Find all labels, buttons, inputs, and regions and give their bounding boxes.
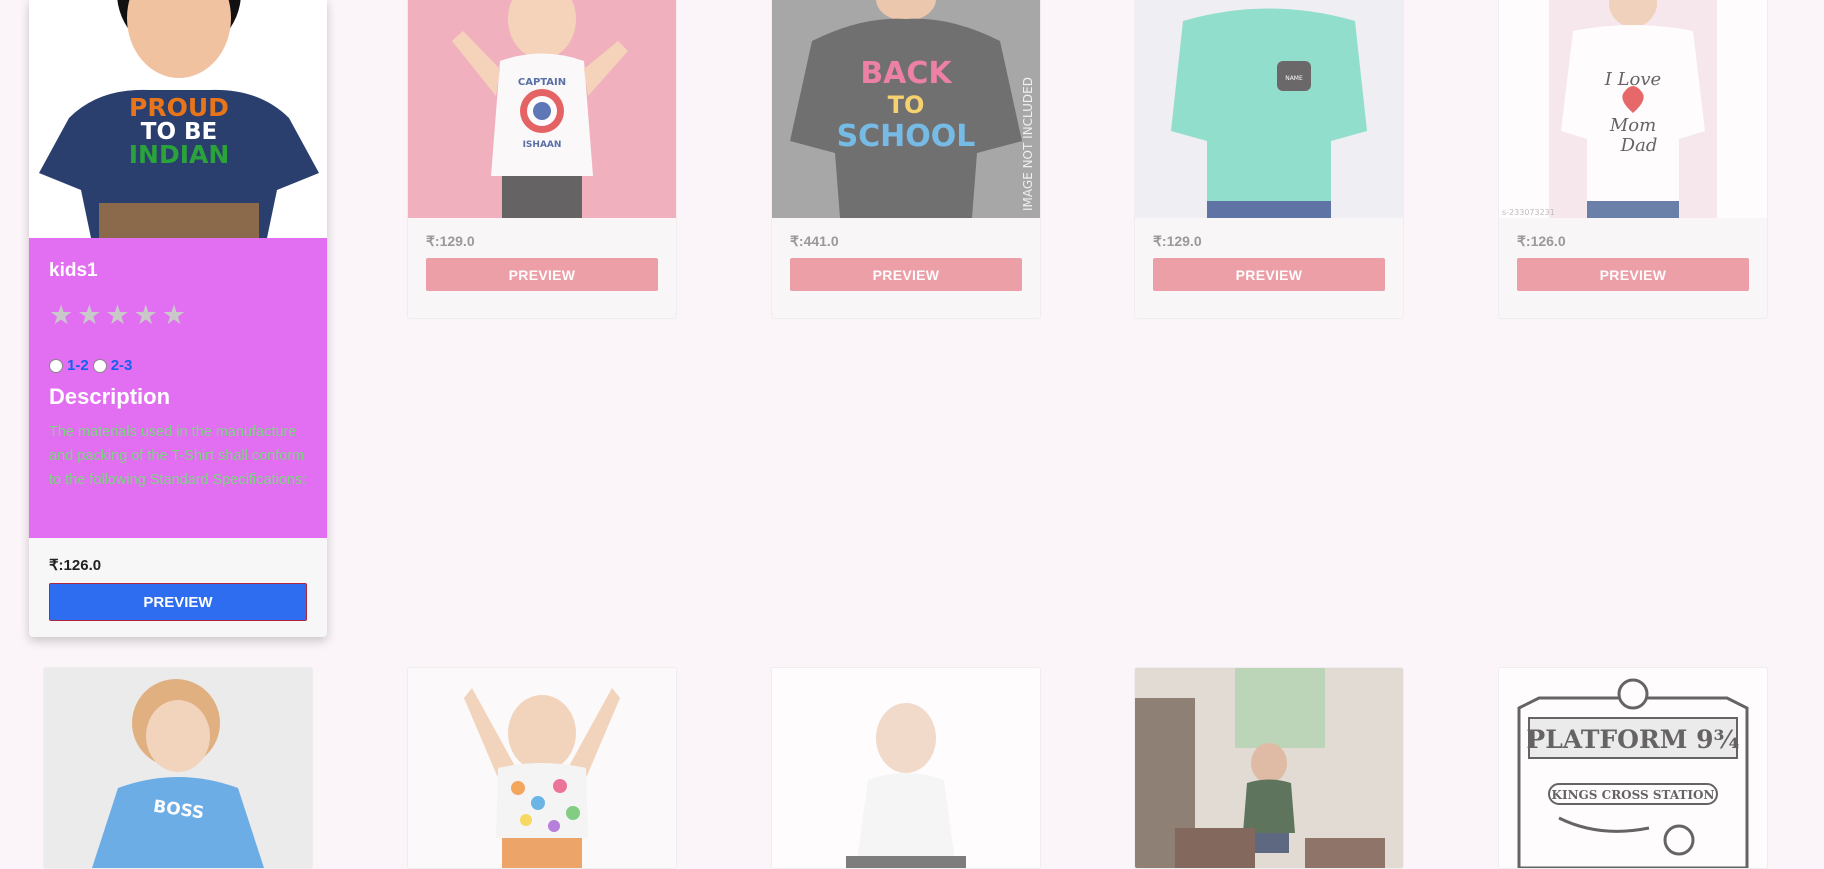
- preview-button[interactable]: PREVIEW: [1517, 258, 1749, 291]
- shirt-print-line: NAME: [1285, 75, 1303, 82]
- size-options: 1-2 2-3: [49, 357, 307, 374]
- product-card[interactable]: [407, 667, 677, 869]
- product-image[interactable]: PROUD TO BE INDIAN: [29, 0, 327, 238]
- product-image[interactable]: NAME: [1135, 0, 1403, 218]
- shirt-print-line: INDIAN: [129, 140, 230, 169]
- product-title: kids1: [49, 260, 98, 281]
- size-label: 1-2: [67, 357, 89, 374]
- product-image[interactable]: I Love Mom Dad s-233073231: [1499, 0, 1767, 218]
- preview-button[interactable]: PREVIEW: [49, 583, 307, 621]
- product-price: ₹:126.0: [1517, 233, 1566, 249]
- shirt-print-line: BACK: [860, 56, 953, 91]
- shirt-print-line: PROUD: [129, 93, 229, 122]
- product-price: ₹:441.0: [790, 233, 839, 249]
- shirt-print-line: TO: [888, 91, 925, 119]
- shirt-print-line: Dad: [1620, 135, 1658, 156]
- shirt-print-line: PLATFORM 9¾: [1526, 725, 1739, 754]
- shirt-print-line: CAPTAIN: [518, 77, 566, 88]
- product-card[interactable]: BACK TO SCHOOL IMAGE NOT INCLUDED ₹:441.…: [771, 0, 1041, 319]
- product-image[interactable]: BOSS: [44, 668, 312, 868]
- shirt-print-line: KINGS CROSS STATION: [1552, 788, 1715, 802]
- rating-stars[interactable]: ★★★★★: [49, 300, 307, 331]
- product-info-panel: kids1 ★★★★★ 1-2 2-3 Description The mate…: [29, 238, 327, 538]
- product-image[interactable]: PLATFORM 9¾ KINGS CROSS STATION: [1499, 668, 1767, 868]
- size-radio-1-2[interactable]: [49, 358, 63, 373]
- product-price: ₹:129.0: [1153, 233, 1202, 249]
- image-watermark: s-233073231: [1502, 208, 1555, 217]
- size-radio-2-3[interactable]: [92, 358, 107, 373]
- product-card[interactable]: BOSS: [43, 667, 313, 869]
- product-card[interactable]: PLATFORM 9¾ KINGS CROSS STATION: [1498, 667, 1768, 869]
- product-price: ₹:126.0: [49, 557, 102, 574]
- preview-button[interactable]: PREVIEW: [1153, 258, 1385, 291]
- product-image[interactable]: CAPTAIN ISHAAN: [408, 0, 676, 218]
- product-card[interactable]: [1134, 667, 1404, 869]
- shirt-print-line: ISHAAN: [523, 140, 562, 150]
- image-overlay-text: IMAGE NOT INCLUDED: [1021, 77, 1035, 211]
- size-label: 2-3: [110, 357, 133, 374]
- shirt-print-line: Mom: [1609, 115, 1656, 136]
- preview-button[interactable]: PREVIEW: [426, 258, 658, 291]
- product-card[interactable]: CAPTAIN ISHAAN ₹:129.0 PREVIEW: [407, 0, 677, 319]
- product-image[interactable]: BACK TO SCHOOL IMAGE NOT INCLUDED: [772, 0, 1040, 218]
- preview-button[interactable]: PREVIEW: [790, 258, 1022, 291]
- featured-product-card[interactable]: PROUD TO BE INDIAN kids1 ★★★★★ 1-2 2-3 D…: [29, 0, 327, 637]
- product-image[interactable]: [408, 668, 676, 868]
- description-text: The materials used in the manufacture an…: [49, 424, 307, 488]
- shirt-print-line: SCHOOL: [837, 119, 976, 154]
- description-heading: Description: [49, 384, 171, 409]
- product-price: ₹:129.0: [426, 233, 475, 249]
- product-image[interactable]: [772, 668, 1040, 868]
- product-image[interactable]: [1135, 668, 1403, 868]
- product-card[interactable]: I Love Mom Dad s-233073231 ₹:126.0 PREVI…: [1498, 0, 1768, 319]
- product-card[interactable]: [771, 667, 1041, 869]
- product-card[interactable]: NAME ₹:129.0 PREVIEW: [1134, 0, 1404, 319]
